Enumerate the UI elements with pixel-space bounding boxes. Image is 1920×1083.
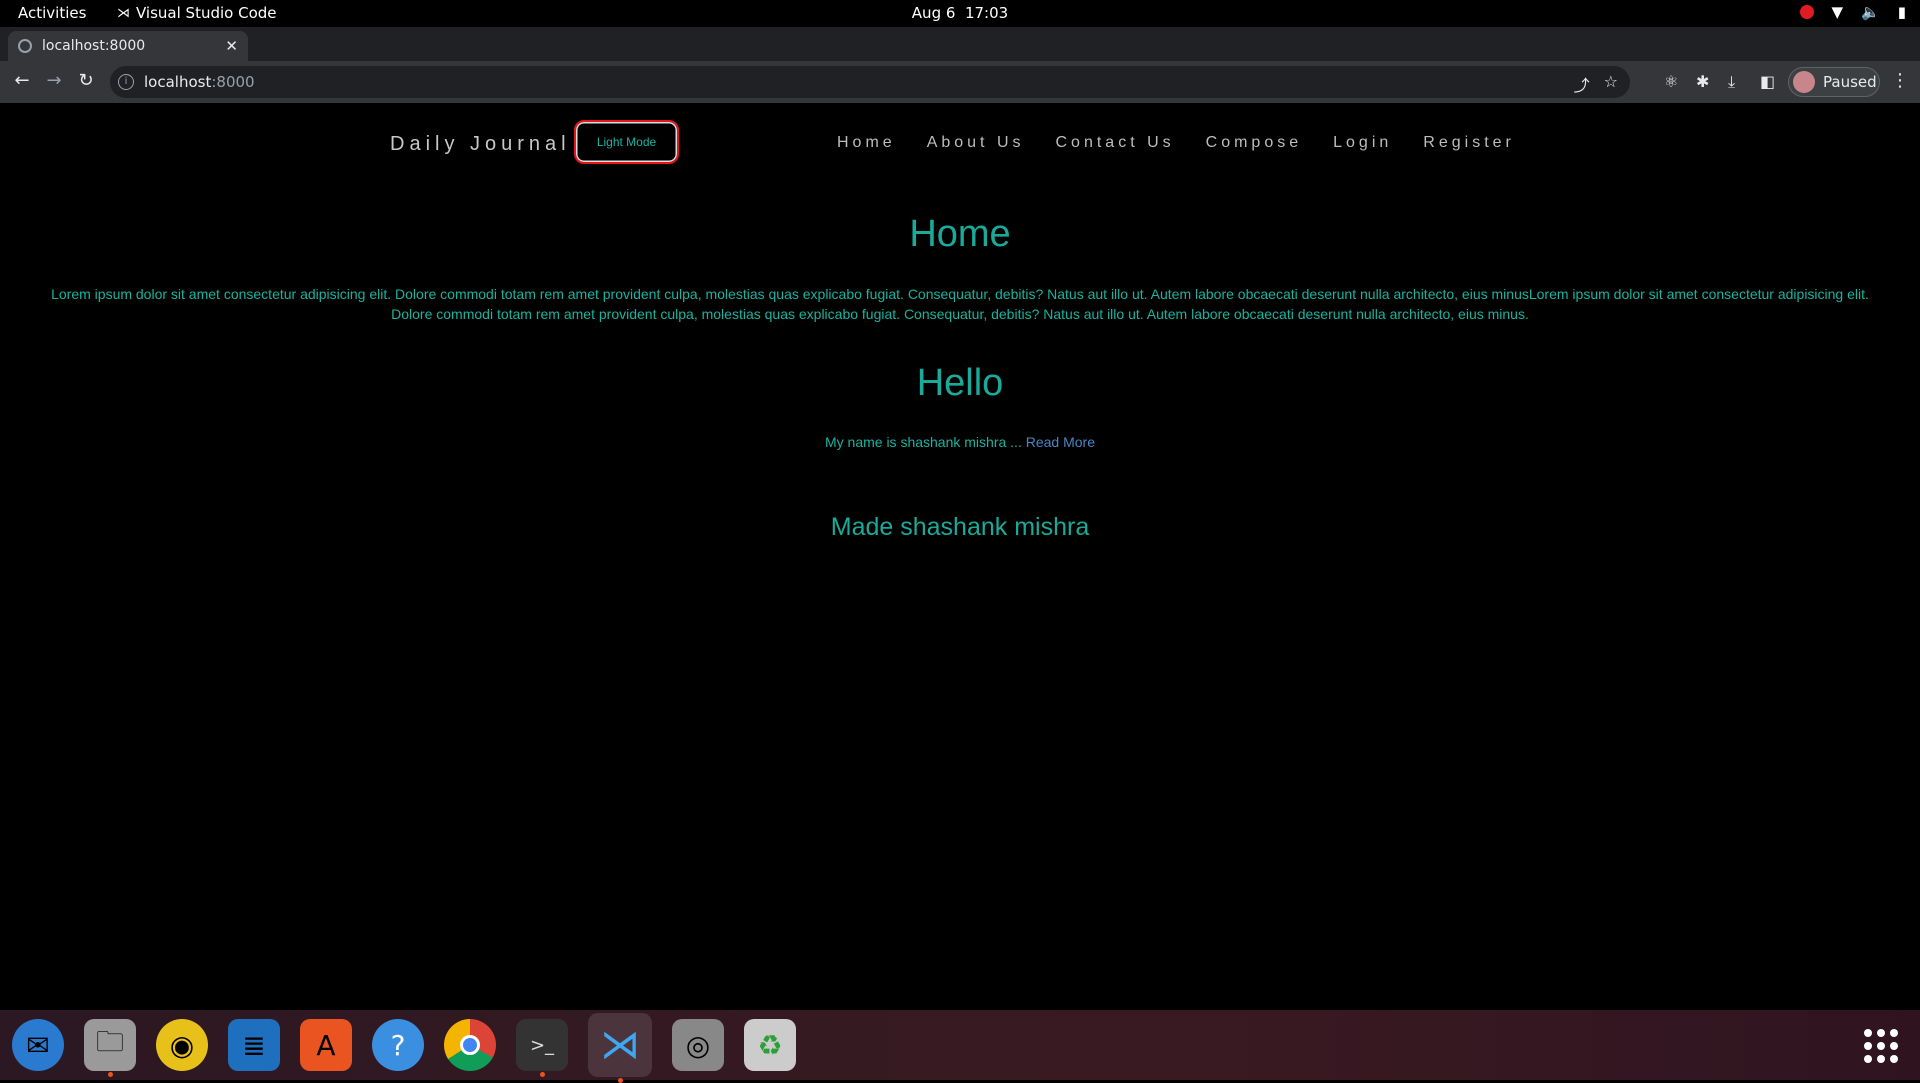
clock: Aug 6 17:03	[0, 4, 1920, 22]
web-page: Daily Journal Light Mode Home About Us C…	[0, 103, 1920, 1010]
active-app-menu[interactable]: ⋊ Visual Studio Code	[117, 4, 277, 22]
grid-dot	[1890, 1029, 1898, 1037]
footer-text: Made shashank mishra	[830, 513, 1090, 541]
grid-dot	[1877, 1029, 1885, 1037]
vscode-dock-icon[interactable]: ⋊	[588, 1013, 652, 1083]
site-info-icon[interactable]: i	[118, 74, 134, 90]
running-indicator	[108, 1072, 113, 1077]
active-app-name: Visual Studio Code	[136, 4, 277, 22]
battery-icon: ▮	[1897, 3, 1906, 21]
thunderbird-icon[interactable]: ✉	[12, 1019, 64, 1071]
site-brand[interactable]: Daily Journal	[390, 133, 571, 156]
nav-register[interactable]: Register	[1423, 134, 1515, 152]
profile-button[interactable]: Paused	[1788, 67, 1880, 97]
chrome-center	[460, 1035, 480, 1055]
vscode-icon: ⋊	[117, 5, 130, 21]
grid-dot	[1864, 1042, 1872, 1050]
nav-about-us[interactable]: About Us	[927, 134, 1025, 152]
post-excerpt: My name is shashank mishra ... Read More	[0, 434, 1920, 450]
browser-toolbar: ← → ↻ i localhost:8000 ⤴ ☆ ⚛ ✱ ⤓ ◧ Pause…	[0, 61, 1920, 103]
post-title: Hello	[916, 362, 1004, 404]
main-nav: Home About Us Contact Us Compose Login R…	[837, 134, 1515, 152]
avatar	[1793, 71, 1815, 93]
date: Aug 6	[911, 4, 956, 22]
clock-button[interactable]: Aug 6 17:03	[912, 4, 1008, 22]
grid-dot	[1890, 1055, 1898, 1063]
nav-home[interactable]: Home	[837, 134, 896, 152]
nav-compose[interactable]: Compose	[1206, 134, 1302, 152]
terminal-icon[interactable]: >_	[516, 1019, 568, 1077]
read-more-link[interactable]: Read More	[1026, 434, 1095, 450]
grid-dot	[1864, 1055, 1872, 1063]
light-mode-button[interactable]: Light Mode	[574, 120, 679, 164]
help-icon[interactable]: ?	[372, 1019, 424, 1071]
globe-icon	[18, 39, 32, 53]
dock: ✉ 🗀 ◉ ≣ A ? >_ ⋊ ◎ ♻	[0, 1010, 1920, 1083]
volume-icon: 🔈	[1861, 3, 1880, 21]
wifi-icon: ▼	[1831, 3, 1844, 21]
bookmark-star-icon[interactable]: ☆	[1604, 72, 1618, 96]
grid-dot	[1864, 1029, 1872, 1037]
download-icon[interactable]: ⤓	[1728, 72, 1735, 92]
side-panel-icon[interactable]: ◧	[1760, 72, 1775, 91]
profile-status: Paused	[1823, 73, 1877, 91]
url-port: :8000	[211, 73, 255, 91]
running-indicator	[618, 1078, 623, 1083]
chrome-icon[interactable]	[444, 1019, 496, 1071]
post-excerpt-text: My name is shashank mishra ...	[824, 434, 1022, 450]
software-store-icon[interactable]: A	[300, 1019, 352, 1071]
system-top-bar: Activities ⋊ Visual Studio Code Aug 6 17…	[0, 0, 1920, 27]
trash-icon[interactable]: ♻	[744, 1019, 796, 1071]
do-not-disturb-icon	[1799, 5, 1814, 19]
url-host: localhost	[144, 73, 212, 91]
activities-button[interactable]: Activities	[18, 4, 86, 22]
nav-login[interactable]: Login	[1333, 134, 1392, 152]
writer-icon[interactable]: ≣	[228, 1019, 280, 1071]
page-title: Home	[909, 213, 1011, 255]
grid-dot	[1877, 1055, 1885, 1063]
reload-icon[interactable]: ↻	[74, 70, 98, 91]
share-icon[interactable]: ⤴	[1574, 72, 1590, 96]
system-tray[interactable]: ▼ 🔈 ▮	[1799, 3, 1906, 21]
back-icon[interactable]: ←	[10, 70, 34, 91]
react-devtools-icon[interactable]: ⚛	[1664, 72, 1678, 91]
rhythmbox-icon[interactable]: ◉	[156, 1019, 208, 1071]
extensions-puzzle-icon[interactable]: ✱	[1696, 72, 1709, 91]
home-paragraph: Lorem ipsum dolor sit amet consectetur a…	[51, 286, 1869, 322]
nav-contact-us[interactable]: Contact Us	[1056, 134, 1175, 152]
grid-dot	[1890, 1042, 1898, 1050]
more-menu-icon[interactable]: ⋮	[1891, 70, 1909, 91]
address-bar[interactable]: i localhost:8000 ⤴ ☆	[110, 66, 1630, 98]
browser-tab[interactable]: localhost:8000 ✕	[8, 31, 248, 61]
forward-icon[interactable]: →	[42, 70, 66, 91]
files-icon[interactable]: 🗀	[84, 1019, 136, 1077]
tab-title: localhost:8000	[42, 38, 146, 54]
vscode-glyph: ⋊	[600, 1022, 640, 1068]
close-tab-icon[interactable]: ✕	[225, 37, 238, 55]
disks-icon[interactable]: ◎	[672, 1019, 724, 1071]
running-indicator	[540, 1072, 545, 1077]
time: 17:03	[964, 4, 1009, 22]
grid-dot	[1877, 1042, 1885, 1050]
show-apps-icon[interactable]	[1864, 1029, 1898, 1063]
tab-strip: localhost:8000 ✕ + ⌄	[0, 27, 1920, 82]
